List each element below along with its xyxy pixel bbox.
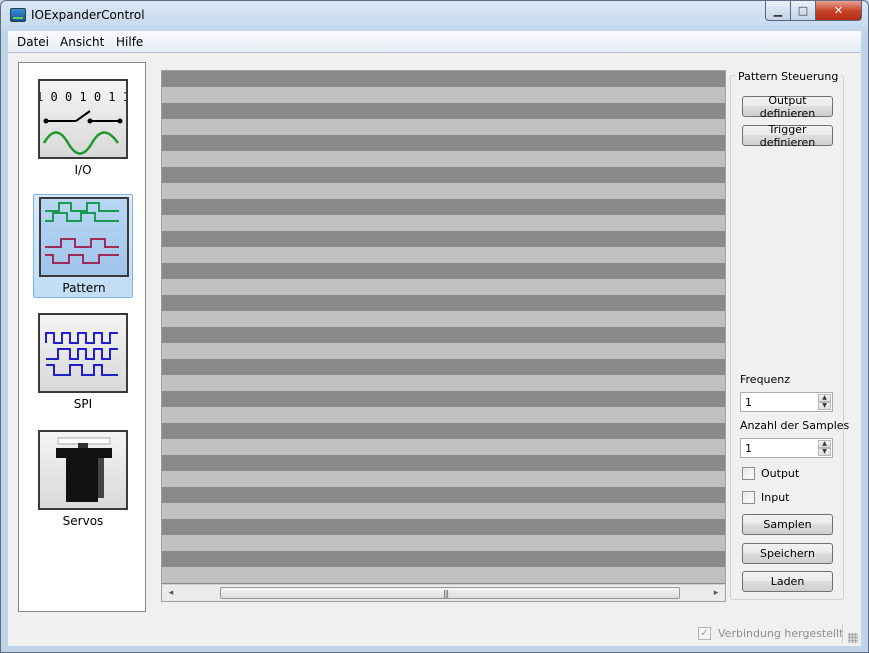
maximize-icon: □ — [797, 4, 809, 17]
menu-hilfe[interactable]: Hilfe — [116, 35, 143, 49]
menu-ansicht[interactable]: Ansicht — [60, 35, 104, 49]
spi-icon — [38, 313, 128, 393]
output-checkbox-row[interactable]: Output — [742, 466, 799, 480]
grip-icon: ||| — [443, 589, 449, 598]
pattern-row[interactable] — [162, 455, 725, 471]
pattern-icon — [39, 197, 129, 277]
spin-up-icon[interactable]: ▲ — [818, 440, 831, 448]
load-button[interactable]: Laden — [742, 571, 833, 592]
pattern-row[interactable] — [162, 423, 725, 439]
pattern-row[interactable] — [162, 311, 725, 327]
status-separator — [842, 623, 843, 643]
app-window: IOExpanderControl ▁ □ ✕ Datei Ansicht Hi… — [0, 0, 869, 653]
pattern-row[interactable] — [162, 167, 725, 183]
menu-datei[interactable]: Datei — [17, 35, 49, 49]
sidebar-item-servos[interactable]: Servos — [33, 428, 133, 532]
frequency-label: Frequenz — [740, 373, 791, 386]
trigger-define-button[interactable]: Trigger definieren — [742, 123, 833, 149]
pattern-row[interactable] — [162, 407, 725, 423]
scroll-left-icon[interactable]: ◂ — [164, 587, 178, 599]
group-title: Pattern Steuerung — [735, 70, 842, 83]
output-checkbox-label: Output — [761, 466, 800, 480]
pattern-row[interactable] — [162, 215, 725, 231]
mode-sidebar: 1 0 0 1 0 1 1 I/O Pattern SPI Servos — [18, 62, 146, 612]
scroll-right-icon[interactable]: ▸ — [709, 587, 723, 599]
sidebar-item-io[interactable]: 1 0 0 1 0 1 1 I/O — [33, 77, 133, 181]
pattern-row[interactable] — [162, 519, 725, 535]
window-title: IOExpanderControl — [31, 8, 145, 22]
scrollbar-thumb[interactable]: ||| — [220, 587, 680, 599]
pattern-row[interactable] — [162, 375, 725, 391]
pattern-row[interactable] — [162, 327, 725, 343]
maximize-button[interactable]: □ — [791, 1, 816, 21]
sidebar-item-label: SPI — [73, 397, 93, 411]
input-checkbox-row[interactable]: Input — [742, 490, 789, 504]
app-icon — [10, 8, 26, 22]
title-bar[interactable]: IOExpanderControl ▁ □ ✕ — [1, 1, 868, 31]
pattern-row[interactable] — [162, 487, 725, 503]
menu-bar: Datei Ansicht Hilfe — [8, 31, 861, 53]
pattern-row[interactable] — [162, 535, 725, 551]
samples-label: Anzahl der Samples — [740, 419, 850, 432]
pattern-row[interactable] — [162, 71, 725, 87]
client-area: 1 0 0 1 0 1 1 I/O Pattern SPI Servos ◂ |… — [8, 53, 861, 646]
resize-grip-icon[interactable] — [848, 633, 858, 643]
pattern-row[interactable] — [162, 247, 725, 263]
io-icon: 1 0 0 1 0 1 1 — [38, 79, 128, 159]
pattern-grid[interactable] — [161, 70, 726, 602]
pattern-row[interactable] — [162, 567, 725, 583]
minimize-icon: ▁ — [773, 4, 783, 17]
pattern-row[interactable] — [162, 551, 725, 567]
pattern-row[interactable] — [162, 183, 725, 199]
frequency-spinbox[interactable]: 1 ▲ ▼ — [740, 392, 833, 412]
window-controls: ▁ □ ✕ — [765, 1, 862, 21]
output-define-button[interactable]: Output definieren — [742, 94, 833, 120]
pattern-row[interactable] — [162, 103, 725, 119]
servo-icon — [38, 430, 128, 510]
sidebar-item-label: Pattern — [62, 281, 106, 295]
input-checkbox[interactable] — [742, 490, 755, 504]
pattern-row[interactable] — [162, 359, 725, 375]
status-bar: ✓ Verbindung hergestellt — [8, 619, 861, 646]
sidebar-item-spi[interactable]: SPI — [33, 311, 133, 415]
sidebar-item-label: I/O — [74, 163, 92, 177]
pattern-row[interactable] — [162, 343, 725, 359]
pattern-row[interactable] — [162, 151, 725, 167]
pattern-row[interactable] — [162, 439, 725, 455]
sidebar-item-pattern[interactable]: Pattern — [33, 194, 133, 298]
pattern-row[interactable] — [162, 231, 725, 247]
pattern-row[interactable] — [162, 87, 725, 103]
connection-checkbox: ✓ — [698, 627, 711, 640]
pattern-row[interactable] — [162, 503, 725, 519]
save-button[interactable]: Speichern — [742, 543, 833, 564]
spin-down-icon[interactable]: ▼ — [818, 402, 831, 410]
spin-down-icon[interactable]: ▼ — [818, 448, 831, 456]
frequency-value[interactable]: 1 — [745, 396, 752, 409]
pattern-row[interactable] — [162, 119, 725, 135]
io-bits-text: 1 0 0 1 0 1 1 — [40, 90, 126, 104]
pattern-row[interactable] — [162, 391, 725, 407]
pattern-row[interactable] — [162, 295, 725, 311]
spin-up-icon[interactable]: ▲ — [818, 394, 831, 402]
horizontal-scrollbar[interactable]: ◂ ||| ▸ — [161, 584, 726, 602]
pattern-row[interactable] — [162, 263, 725, 279]
minimize-button[interactable]: ▁ — [765, 1, 791, 21]
input-checkbox-label: Input — [761, 490, 790, 504]
close-icon: ✕ — [833, 4, 844, 17]
sidebar-item-label: Servos — [62, 514, 104, 528]
connection-status: Verbindung hergestellt — [718, 627, 844, 640]
pattern-row[interactable] — [162, 279, 725, 295]
spin-buttons: ▲ ▼ — [818, 394, 831, 410]
spin-buttons: ▲ ▼ — [818, 440, 831, 456]
pattern-row[interactable] — [162, 199, 725, 215]
samples-value[interactable]: 1 — [745, 442, 752, 455]
samples-spinbox[interactable]: 1 ▲ ▼ — [740, 438, 833, 458]
sample-button[interactable]: Samplen — [742, 514, 833, 535]
close-button[interactable]: ✕ — [816, 1, 862, 21]
pattern-row[interactable] — [162, 471, 725, 487]
pattern-row[interactable] — [162, 135, 725, 151]
output-checkbox[interactable] — [742, 466, 755, 480]
